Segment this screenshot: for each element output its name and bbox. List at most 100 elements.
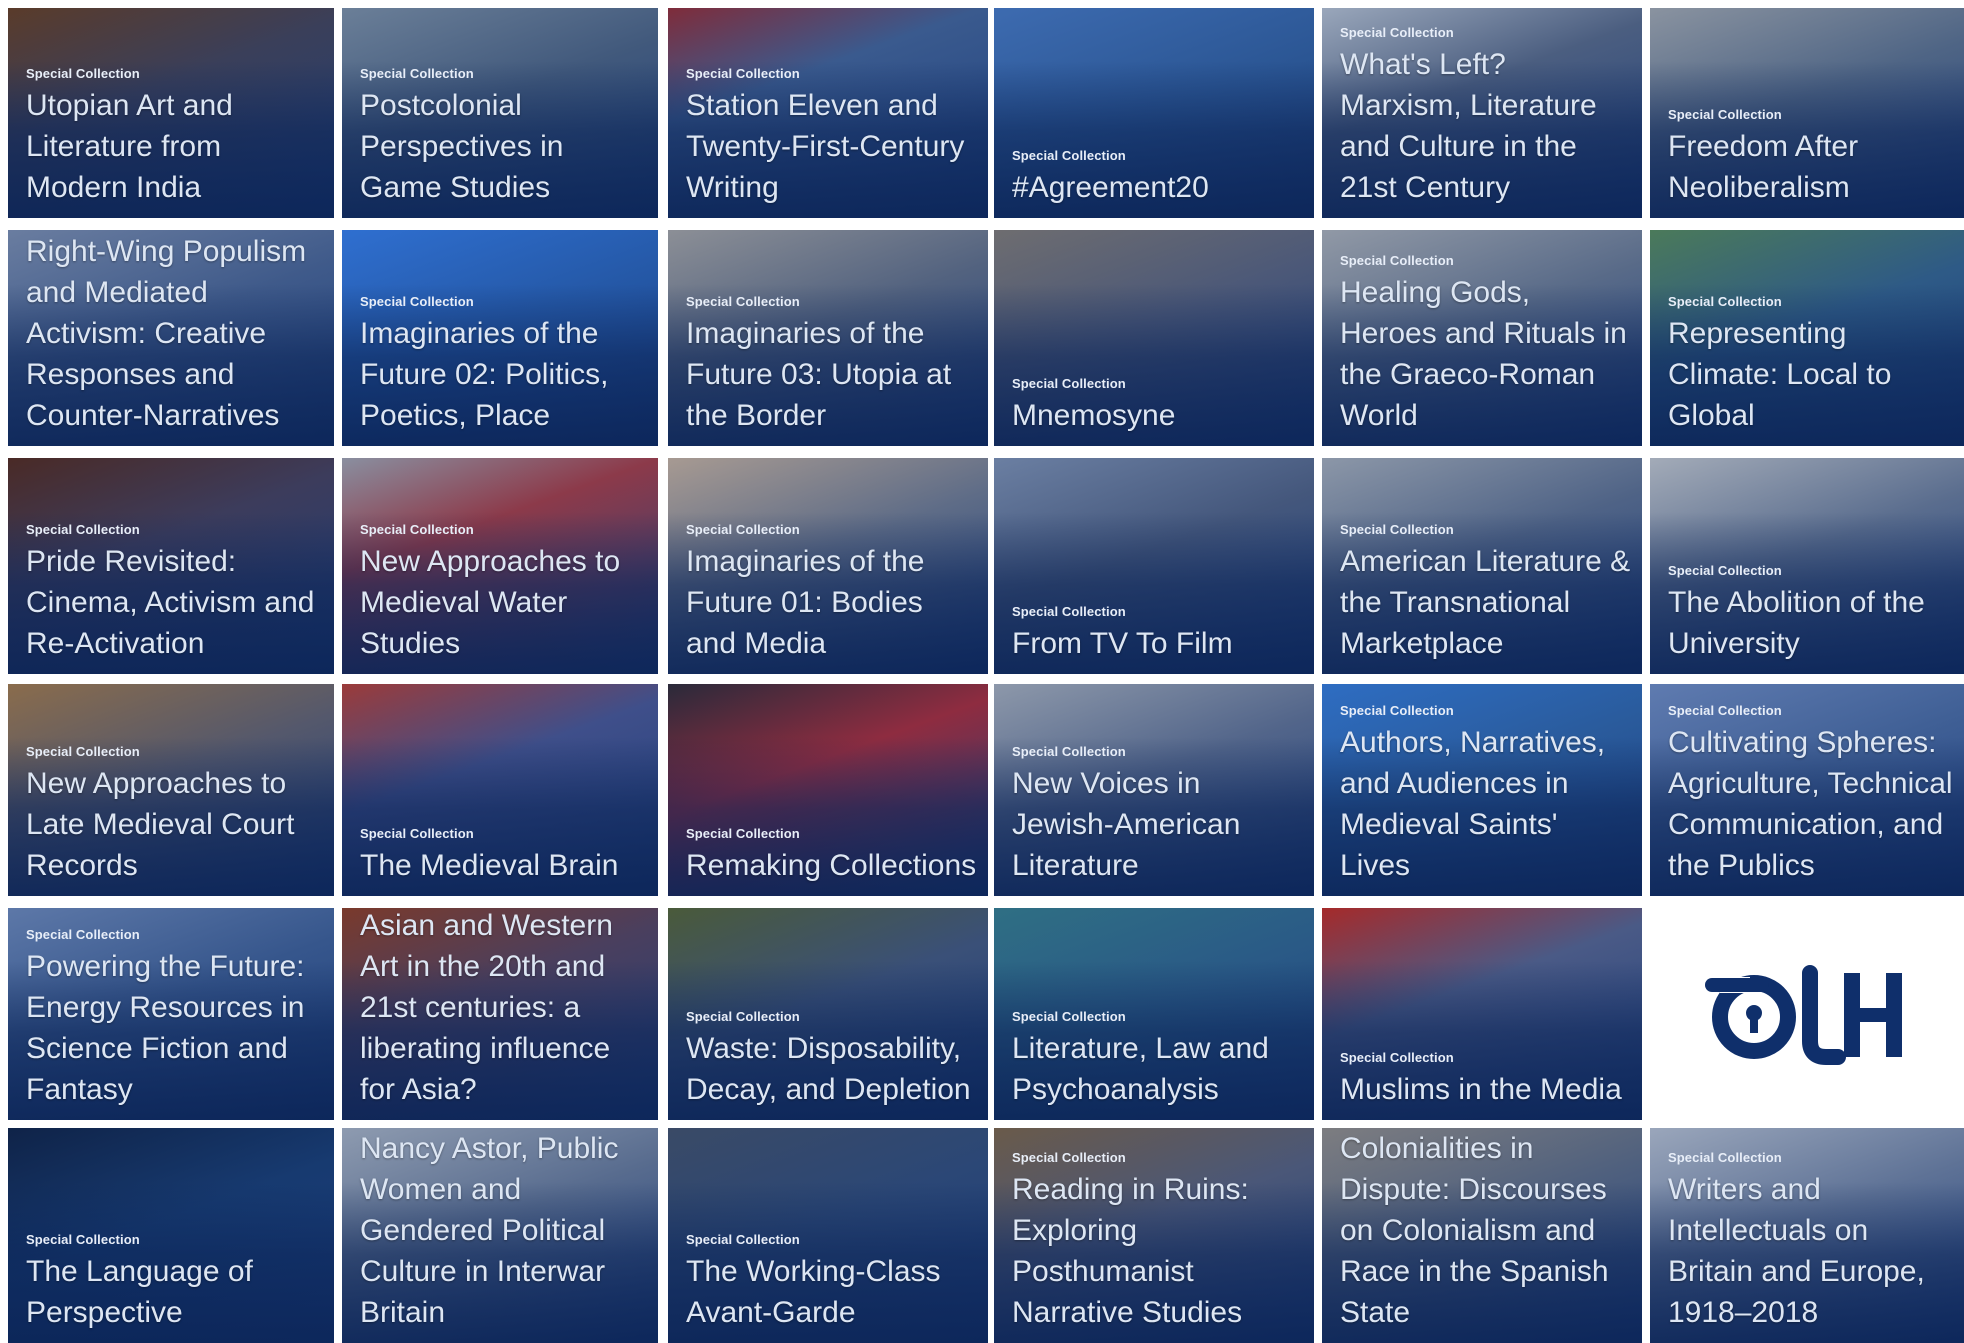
collection-tile[interactable]: Special Collection Freedom After Neoliber…	[1650, 8, 1964, 218]
collection-tile[interactable]: Special Collection New Approaches to Late…	[8, 684, 334, 896]
collection-title[interactable]: Reading in Ruins: Exploring Posthumanist…	[1012, 1169, 1304, 1333]
collection-title[interactable]: Utopian Art and Literature from Modern I…	[26, 85, 324, 208]
special-collection-badge: Special Collection	[1668, 1150, 1782, 1165]
collection-title[interactable]: Freedom After Neoliberalism	[1668, 126, 1954, 208]
collection-title[interactable]: Writers and Intellectuals on Britain and…	[1668, 1169, 1954, 1333]
collection-tile[interactable]: Special Collection New Approaches to Medi…	[342, 458, 658, 674]
collection-tile[interactable]: Special Collection Remaking Collections	[668, 684, 988, 896]
tile-caption: Special Collection New Voices in Jewish-A…	[1012, 744, 1304, 886]
special-collection-badge: Special Collection	[686, 1009, 800, 1024]
collection-tile[interactable]: Special Collection The Abolition of the U…	[1650, 458, 1964, 674]
special-collection-badge: Special Collection	[360, 826, 474, 841]
collection-tile[interactable]: Special Collection Imaginaries of the Fut…	[668, 458, 988, 674]
collection-title[interactable]: The Medieval Brain	[360, 845, 648, 886]
tile-caption: Special Collection Imaginaries of the Fut…	[686, 522, 978, 664]
collection-title[interactable]: The Language of Perspective	[26, 1251, 324, 1333]
tile-caption: Special Collection From TV To Film	[1012, 604, 1304, 664]
special-collection-badge: Special Collection	[1340, 25, 1454, 40]
collection-title[interactable]: Remaking Collections	[686, 845, 978, 886]
collection-title[interactable]: New Approaches to Medieval Water Studies	[360, 541, 648, 664]
special-collection-badge: Special Collection	[360, 294, 474, 309]
tile-caption: Special CollectionColonialities in Dispu…	[1340, 1128, 1632, 1333]
collection-title[interactable]: Literature, Law and Psychoanalysis	[1012, 1028, 1304, 1110]
collection-tile[interactable]: Special Collection Reading in Ruins: Expl…	[994, 1128, 1314, 1343]
tile-caption: Special Collection Imaginaries of the Fut…	[360, 294, 648, 436]
collection-tile[interactable]: Special Collection Pride Revisited: Cinem…	[8, 458, 334, 674]
tile-caption: Special Collection Utopian Art and Litera…	[26, 66, 324, 208]
tile-caption: Special Collection Postcolonial Perspecti…	[360, 66, 648, 208]
special-collection-badge: Special Collection	[26, 744, 140, 759]
collection-tile[interactable]: Special Collection Literature, Law and Ps…	[994, 908, 1314, 1120]
collection-tile[interactable]: Special Collection Waste: Disposability, …	[668, 908, 988, 1120]
collection-title[interactable]: Muslims in the Media	[1340, 1069, 1632, 1110]
collection-title[interactable]: What's Left? Marxism, Literature and Cul…	[1340, 44, 1632, 208]
tile-caption: Special Collection The Medieval Brain	[360, 826, 648, 886]
collection-tile[interactable]: Special Collection The Working-Class Avan…	[668, 1128, 988, 1343]
collection-tile[interactable]: Special Collection Imaginaries of the Fut…	[342, 230, 658, 446]
special-collection-badge: Special Collection	[1668, 294, 1782, 309]
collection-title[interactable]: Waste: Disposability, Decay, and Depleti…	[686, 1028, 978, 1110]
tile-caption: Special Collection What's Left? Marxism, …	[1340, 25, 1632, 208]
collection-tile[interactable]: Special CollectionNancy Astor, Public Wo…	[342, 1128, 658, 1343]
collection-title[interactable]: Right-Wing Populism and Mediated Activis…	[26, 231, 324, 436]
tile-caption: Right-Wing Populism and Mediated Activis…	[26, 231, 324, 436]
collection-tile[interactable]: Special Collection What's Left? Marxism, …	[1322, 8, 1642, 218]
tile-caption: Special CollectionNancy Astor, Public Wo…	[360, 1128, 648, 1333]
collection-title[interactable]: Postcolonial Perspectives in Game Studie…	[360, 85, 648, 208]
collection-title[interactable]: American Literature & the Transnational …	[1340, 541, 1632, 664]
collection-title[interactable]: Station Eleven and Twenty-First-Century …	[686, 85, 978, 208]
collection-title[interactable]: Pride Revisited: Cinema, Activism and Re…	[26, 541, 324, 664]
collection-title[interactable]: The Working-Class Avant-Garde	[686, 1251, 978, 1333]
collection-title[interactable]: The Abolition of the University	[1668, 582, 1954, 664]
collection-title[interactable]: New Approaches to Late Medieval Court Re…	[26, 763, 324, 886]
collection-title[interactable]: #Agreement20	[1012, 167, 1304, 208]
collection-tile[interactable]: Special Collection Cultivating Spheres: A…	[1650, 684, 1964, 896]
tile-caption: Special Collection The Working-Class Avan…	[686, 1232, 978, 1333]
collection-title[interactable]: Colonialities in Dispute: Discourses on …	[1340, 1128, 1632, 1333]
collection-title[interactable]: Imaginaries of the Future 03: Utopia at …	[686, 313, 978, 436]
special-collection-badge: Special Collection	[686, 1232, 800, 1247]
collection-title[interactable]: Encounters between Asian and Western Art…	[360, 908, 648, 1110]
collection-title[interactable]: Mnemosyne	[1012, 395, 1304, 436]
tile-caption: Special Collection Muslims in the Media	[1340, 1050, 1632, 1110]
collection-tile[interactable]: Special Collection Representing Climate: …	[1650, 230, 1964, 446]
collection-title[interactable]: Representing Climate: Local to Global	[1668, 313, 1954, 436]
collection-title[interactable]: Imaginaries of the Future 02: Politics, …	[360, 313, 648, 436]
tile-caption: Special Collection Reading in Ruins: Expl…	[1012, 1150, 1304, 1333]
special-collection-badge: Special Collection	[1012, 744, 1126, 759]
collection-tile[interactable]: Encounters between Asian and Western Art…	[342, 908, 658, 1120]
collection-tile[interactable]: Special Collection From TV To Film	[994, 458, 1314, 674]
collection-tile[interactable]: Special Collection Station Eleven and Twe…	[668, 8, 988, 218]
collection-title[interactable]: Powering the Future: Energy Resources in…	[26, 946, 324, 1110]
collection-title[interactable]: Healing Gods, Heroes and Rituals in the …	[1340, 272, 1632, 436]
collection-title[interactable]: From TV To Film	[1012, 623, 1304, 664]
collection-title[interactable]: Imaginaries of the Future 01: Bodies and…	[686, 541, 978, 664]
special-collection-badge: Special Collection	[1340, 253, 1454, 268]
collection-tile[interactable]: Special Collection Imaginaries of the Fut…	[668, 230, 988, 446]
collection-tile[interactable]: Special Collection The Medieval Brain	[342, 684, 658, 896]
collection-tile[interactable]: Special Collection Writers and Intellectu…	[1650, 1128, 1964, 1343]
collection-tile[interactable]: Special Collection Muslims in the Media	[1322, 908, 1642, 1120]
special-collection-badge: Special Collection	[360, 522, 474, 537]
collection-title[interactable]: Nancy Astor, Public Women and Gendered P…	[360, 1128, 648, 1333]
collection-tile[interactable]: Special Collection Mnemosyne	[994, 230, 1314, 446]
collection-tile[interactable]: Special Collection Healing Gods, Heroes a…	[1322, 230, 1642, 446]
tile-caption: Special Collection The Abolition of the U…	[1668, 563, 1954, 664]
collection-title[interactable]: Authors, Narratives, and Audiences in Me…	[1340, 722, 1632, 886]
collection-tile[interactable]: Special Collection Postcolonial Perspecti…	[342, 8, 658, 218]
tile-caption: Special Collection Mnemosyne	[1012, 376, 1304, 436]
collection-tile[interactable]: Special Collection American Literature & …	[1322, 458, 1642, 674]
collection-tile[interactable]: Special Collection Powering the Future: E…	[8, 908, 334, 1120]
collection-title[interactable]: New Voices in Jewish-American Literature	[1012, 763, 1304, 886]
collection-tile[interactable]: Special CollectionColonialities in Dispu…	[1322, 1128, 1642, 1343]
collection-tile[interactable]: Special Collection The Language of Perspe…	[8, 1128, 334, 1343]
tile-caption: Special Collection Cultivating Spheres: A…	[1668, 703, 1954, 886]
collection-tile[interactable]: Special Collection New Voices in Jewish-A…	[994, 684, 1314, 896]
collection-tile[interactable]: Special Collection Utopian Art and Litera…	[8, 8, 334, 218]
collection-tile[interactable]: Special Collection Authors, Narratives, a…	[1322, 684, 1642, 896]
collection-title[interactable]: Cultivating Spheres: Agriculture, Techni…	[1668, 722, 1954, 886]
special-collection-badge: Special Collection	[1012, 376, 1126, 391]
collection-tile[interactable]: Right-Wing Populism and Mediated Activis…	[8, 230, 334, 446]
collection-tile[interactable]: Special Collection #Agreement20	[994, 8, 1314, 218]
tile-caption: Special Collection Powering the Future: E…	[26, 927, 324, 1110]
